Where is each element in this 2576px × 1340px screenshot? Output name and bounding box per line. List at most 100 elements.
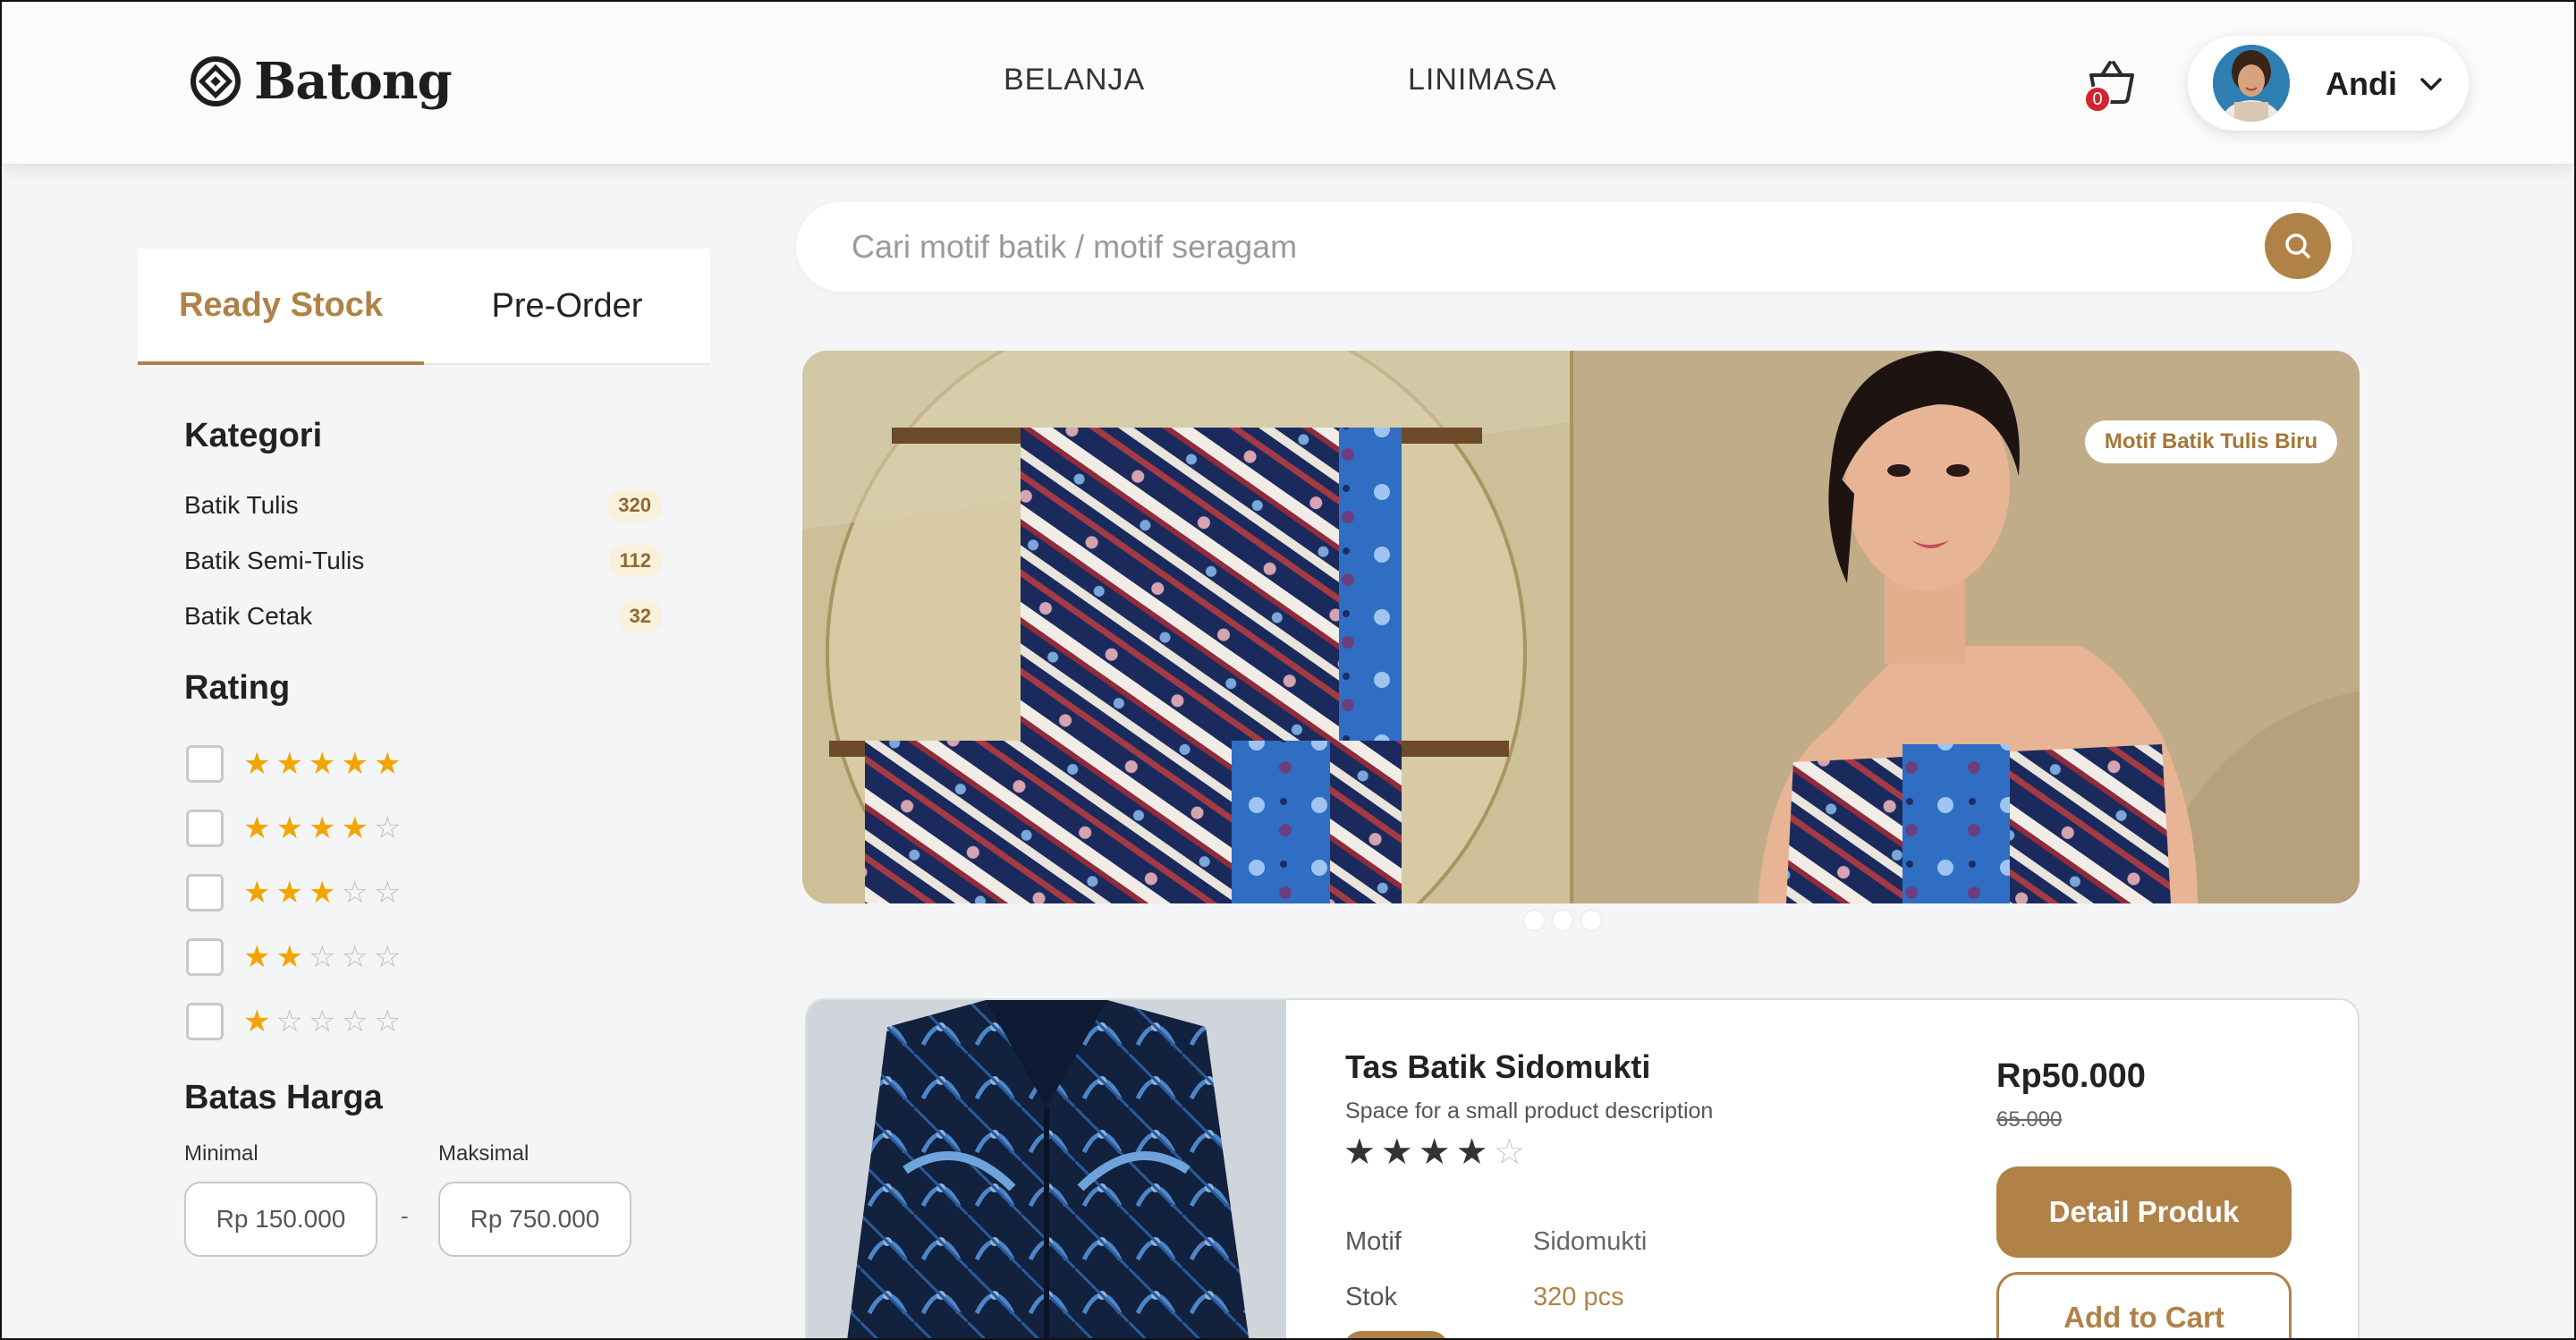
star-filled-icon: ★ (1380, 1132, 1413, 1172)
carousel-dot[interactable] (1581, 911, 1601, 930)
search-button[interactable] (2265, 213, 2331, 279)
star-empty-icon: ☆ (341, 940, 369, 974)
spec-stock-label: Stok (1345, 1283, 1398, 1311)
rating-stars: ★ ★ ★ ☆ ☆ (243, 878, 401, 908)
category-count: 32 (618, 600, 662, 632)
star-filled-icon: ★ (275, 747, 303, 781)
rating-filter-4[interactable]: ★ ★ ★ ★ ☆ (186, 809, 401, 848)
product-name[interactable]: Tas Batik Sidomukti (1345, 1048, 1650, 1086)
star-filled-icon: ★ (308, 747, 336, 781)
category-label: Batik Cetak (184, 602, 313, 630)
category-heading: Kategori (184, 417, 323, 454)
category-item-batik-tulis[interactable]: Batik Tulis 320 (184, 488, 662, 523)
star-empty-icon: ☆ (373, 940, 402, 974)
user-name: Andi (2326, 65, 2397, 102)
search-input[interactable] (852, 220, 2193, 274)
carousel-dot[interactable] (1524, 911, 1544, 930)
product-price: Rp50.000 (1996, 1057, 2146, 1095)
category-count: 320 (607, 489, 662, 522)
category-item-batik-cetak[interactable]: Batik Cetak 32 (184, 598, 662, 634)
star-filled-icon: ★ (1418, 1132, 1451, 1172)
star-empty-icon: ☆ (373, 811, 402, 845)
star-filled-icon: ★ (243, 876, 271, 910)
spec-stock-value: 320 pcs (1533, 1283, 1624, 1311)
star-filled-icon: ★ (373, 747, 402, 781)
spec-motif-value: Sidomukti (1533, 1227, 1648, 1256)
star-empty-icon: ☆ (373, 1005, 402, 1039)
product-tag-chip[interactable] (1343, 1331, 1449, 1340)
star-filled-icon: ★ (308, 876, 336, 910)
carousel-dots (1524, 911, 1601, 930)
star-filled-icon: ★ (243, 747, 271, 781)
star-empty-icon: ☆ (1493, 1132, 1526, 1172)
price-min-input[interactable] (184, 1182, 377, 1257)
rating-stars: ★ ★ ☆ ☆ ☆ (243, 942, 401, 972)
top-header: Batong BELANJA LINIMASA 0 Andi (0, 0, 2576, 164)
star-empty-icon: ☆ (308, 940, 336, 974)
product-description: Space for a small product description (1345, 1098, 1714, 1124)
category-item-batik-semi-tulis[interactable]: Batik Semi-Tulis 112 (184, 543, 662, 579)
rating-stars: ★ ★ ★ ★ ☆ (243, 813, 401, 844)
star-filled-icon: ★ (243, 1005, 271, 1039)
product-card[interactable]: Tas Batik Sidomukti Space for a small pr… (805, 998, 2360, 1340)
detail-product-button[interactable]: Detail Produk (1996, 1166, 2292, 1258)
price-heading: Batas Harga (184, 1079, 383, 1116)
star-empty-icon: ☆ (373, 876, 402, 910)
star-filled-icon: ★ (341, 811, 369, 845)
star-empty-icon: ☆ (341, 1005, 369, 1039)
star-filled-icon: ★ (341, 747, 369, 781)
search-icon (2285, 233, 2310, 259)
product-old-price: 65.000 (1996, 1107, 2063, 1132)
rating-stars: ★ ☆ ☆ ☆ ☆ (243, 1006, 401, 1037)
avatar (2213, 45, 2290, 122)
price-min-label: Minimal (184, 1141, 258, 1166)
rating-checkbox[interactable] (186, 938, 224, 976)
tab-pre-order[interactable]: Pre-Order (424, 249, 710, 365)
rating-stars: ★ ★ ★ ★ ★ (243, 749, 401, 779)
cart-count-badge: 0 (2084, 86, 2111, 113)
product-image (807, 1000, 1286, 1340)
price-max-input[interactable] (438, 1182, 631, 1257)
star-filled-icon: ★ (243, 940, 271, 974)
rating-checkbox[interactable] (186, 874, 224, 912)
chevron-down-icon (2420, 78, 2442, 90)
rating-heading: Rating (184, 669, 291, 707)
star-filled-icon: ★ (1455, 1132, 1488, 1172)
rating-checkbox[interactable] (186, 810, 224, 847)
nav-belanja[interactable]: BELANJA (1004, 63, 1145, 98)
star-filled-icon: ★ (275, 940, 303, 974)
rating-checkbox[interactable] (186, 745, 224, 783)
logo-icon (191, 56, 241, 106)
rating-filter-1[interactable]: ★ ☆ ☆ ☆ ☆ (186, 1002, 401, 1041)
brand-logo[interactable]: Batong (190, 52, 453, 111)
category-count: 112 (608, 545, 662, 577)
star-empty-icon: ☆ (308, 1005, 336, 1039)
category-label: Batik Semi-Tulis (184, 547, 365, 574)
product-rating: ★ ★ ★ ★ ☆ (1343, 1134, 1525, 1170)
star-empty-icon: ☆ (275, 1005, 303, 1039)
category-label: Batik Tulis (184, 491, 299, 519)
banner-tag: Motif Batik Tulis Biru (2085, 420, 2337, 463)
rating-filter-2[interactable]: ★ ★ ☆ ☆ ☆ (186, 937, 401, 977)
search-bar (796, 202, 2352, 292)
spec-motif-label: Motif (1345, 1227, 1402, 1256)
star-filled-icon: ★ (1343, 1132, 1376, 1172)
user-menu[interactable]: Andi (2188, 36, 2469, 131)
carousel-dot[interactable] (1553, 911, 1572, 930)
star-filled-icon: ★ (275, 811, 303, 845)
add-to-cart-button[interactable]: Add to Cart (1996, 1272, 2292, 1340)
tab-ready-stock[interactable]: Ready Stock (138, 249, 424, 365)
rating-filter-5[interactable]: ★ ★ ★ ★ ★ (186, 744, 401, 784)
stock-tabs: Ready Stock Pre-Order (138, 249, 710, 365)
promo-banner[interactable]: Motif Batik Tulis Biru (802, 351, 2360, 903)
star-filled-icon: ★ (275, 876, 303, 910)
rating-filter-3[interactable]: ★ ★ ★ ☆ ☆ (186, 873, 401, 912)
price-separator: - (401, 1202, 409, 1229)
star-empty-icon: ☆ (341, 876, 369, 910)
star-filled-icon: ★ (308, 811, 336, 845)
nav-linimasa[interactable]: LINIMASA (1408, 63, 1557, 98)
rating-checkbox[interactable] (186, 1003, 224, 1040)
price-max-label: Maksimal (438, 1141, 530, 1166)
brand-name: Batong (254, 52, 453, 111)
star-filled-icon: ★ (243, 811, 271, 845)
